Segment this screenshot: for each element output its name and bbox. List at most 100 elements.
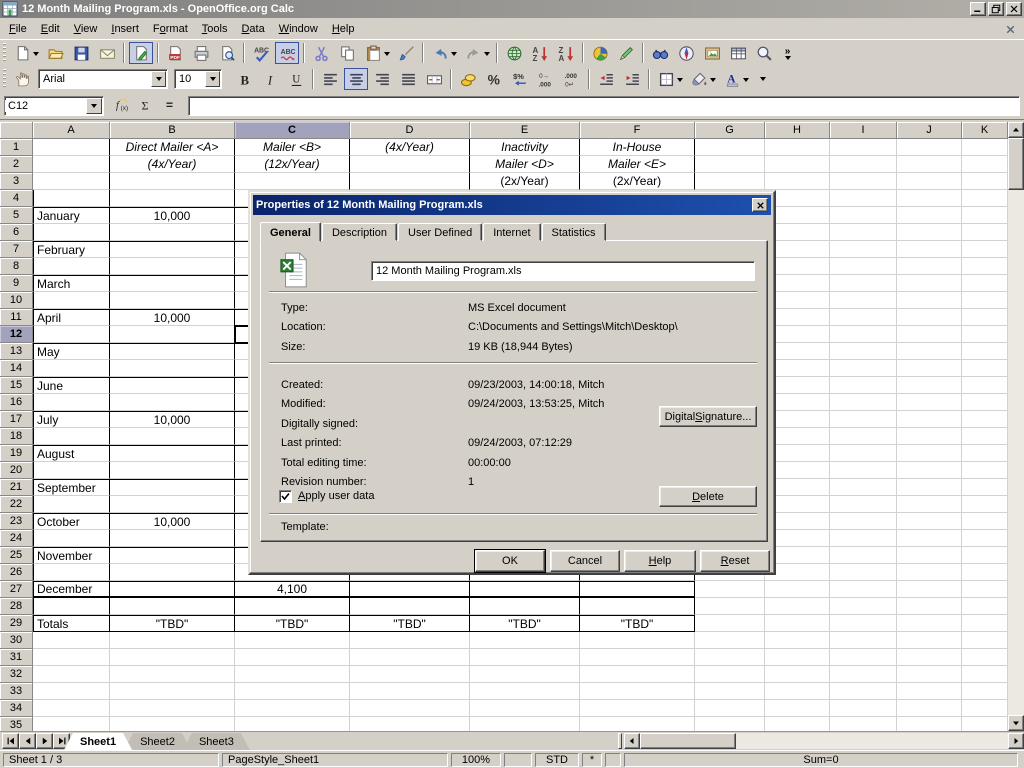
cell-B17[interactable]: 10,000 <box>110 411 235 428</box>
close-document-button[interactable] <box>1002 21 1018 37</box>
cell-K11[interactable] <box>962 309 1008 326</box>
cell-G29[interactable] <box>695 615 765 632</box>
cell-K14[interactable] <box>962 360 1008 377</box>
cell-K6[interactable] <box>962 224 1008 241</box>
hyperlink-button[interactable] <box>502 42 526 64</box>
cell-A28[interactable] <box>33 598 110 615</box>
cell-F1[interactable]: In-House <box>580 139 695 156</box>
row-header-17[interactable]: 17 <box>0 411 33 428</box>
cell-F31[interactable] <box>580 649 695 666</box>
cell-I35[interactable] <box>830 717 897 731</box>
standard-format-button[interactable]: $% <box>508 68 532 90</box>
cell-B32[interactable] <box>110 666 235 683</box>
tab-general[interactable]: General <box>260 222 321 242</box>
cell-A4[interactable] <box>33 190 110 207</box>
cell-K15[interactable] <box>962 377 1008 394</box>
background-color-button[interactable] <box>687 68 718 90</box>
cell-I20[interactable] <box>830 462 897 479</box>
cell-H34[interactable] <box>765 700 830 717</box>
row-header-21[interactable]: 21 <box>0 479 33 496</box>
cell-J17[interactable] <box>897 411 962 428</box>
vertical-scrollbar[interactable] <box>1008 122 1024 731</box>
row-header-27[interactable]: 27 <box>0 581 33 598</box>
cell-J16[interactable] <box>897 394 962 411</box>
restore-button[interactable] <box>988 2 1004 16</box>
column-header-H[interactable]: H <box>765 122 830 139</box>
delete-button[interactable]: Delete <box>659 486 757 507</box>
cell-J6[interactable] <box>897 224 962 241</box>
open-folder-button[interactable] <box>43 42 67 64</box>
sort-ascending-button[interactable]: AZ <box>528 42 552 64</box>
cell-B22[interactable] <box>110 496 235 513</box>
cell-A25[interactable]: November <box>33 547 110 564</box>
cell-A26[interactable] <box>33 564 110 581</box>
cell-A33[interactable] <box>33 683 110 700</box>
column-header-F[interactable]: F <box>580 122 695 139</box>
cell-D31[interactable] <box>350 649 470 666</box>
cell-I17[interactable] <box>830 411 897 428</box>
cell-G28[interactable] <box>695 598 765 615</box>
cell-J2[interactable] <box>897 156 962 173</box>
cell-B14[interactable] <box>110 360 235 377</box>
cell-B31[interactable] <box>110 649 235 666</box>
borders-button[interactable] <box>654 68 685 90</box>
cell-A3[interactable] <box>33 173 110 190</box>
cell-D35[interactable] <box>350 717 470 731</box>
menu-item-file[interactable]: File <box>2 20 34 38</box>
row-header-25[interactable]: 25 <box>0 547 33 564</box>
cell-B27[interactable] <box>110 581 235 598</box>
sheet-tab-sheet2[interactable]: Sheet2 <box>124 733 191 750</box>
cell-H35[interactable] <box>765 717 830 731</box>
first-sheet-button[interactable] <box>2 733 19 749</box>
cell-J10[interactable] <box>897 292 962 309</box>
font-name-combobox[interactable]: Arial <box>38 69 168 89</box>
cell-I28[interactable] <box>830 598 897 615</box>
cell-B1[interactable]: Direct Mailer <A> <box>110 139 235 156</box>
cell-I15[interactable] <box>830 377 897 394</box>
draw-functions-button[interactable] <box>614 42 638 64</box>
cell-J20[interactable] <box>897 462 962 479</box>
cell-B28[interactable] <box>110 598 235 615</box>
row-header-30[interactable]: 30 <box>0 632 33 649</box>
cell-A22[interactable] <box>33 496 110 513</box>
cell-A17[interactable]: July <box>33 411 110 428</box>
font-size-combobox[interactable]: 10 <box>174 69 222 89</box>
copy-button[interactable] <box>335 42 359 64</box>
toolbar-grip[interactable] <box>3 43 6 63</box>
reset-button[interactable]: Reset <box>700 550 770 572</box>
formula-input-line[interactable] <box>188 96 1020 116</box>
row-header-8[interactable]: 8 <box>0 258 33 275</box>
row-header-14[interactable]: 14 <box>0 360 33 377</box>
cell-C1[interactable]: Mailer <B> <box>235 139 350 156</box>
cell-D3[interactable] <box>350 173 470 190</box>
cell-K2[interactable] <box>962 156 1008 173</box>
cell-J21[interactable] <box>897 479 962 496</box>
cell-J15[interactable] <box>897 377 962 394</box>
row-header-4[interactable]: 4 <box>0 190 33 207</box>
cell-H30[interactable] <box>765 632 830 649</box>
cell-B18[interactable] <box>110 428 235 445</box>
cell-B35[interactable] <box>110 717 235 731</box>
cell-A12[interactable] <box>33 326 110 343</box>
cell-J26[interactable] <box>897 564 962 581</box>
cell-reference-input[interactable] <box>5 100 86 112</box>
cell-I4[interactable] <box>830 190 897 207</box>
cell-B29[interactable]: "TBD" <box>110 615 235 632</box>
cell-K26[interactable] <box>962 564 1008 581</box>
cell-J7[interactable] <box>897 241 962 258</box>
tab-statistics[interactable]: Statistics <box>542 223 606 241</box>
cell-K25[interactable] <box>962 547 1008 564</box>
row-header-26[interactable]: 26 <box>0 564 33 581</box>
column-header-C[interactable]: C <box>235 122 350 139</box>
cell-J30[interactable] <box>897 632 962 649</box>
cell-J35[interactable] <box>897 717 962 731</box>
row-header-24[interactable]: 24 <box>0 530 33 547</box>
cell-J9[interactable] <box>897 275 962 292</box>
sheet-tab-sheet3[interactable]: Sheet3 <box>183 733 250 750</box>
cell-J3[interactable] <box>897 173 962 190</box>
cell-B5[interactable]: 10,000 <box>110 207 235 224</box>
cell-D1[interactable]: (4x/Year) <box>350 139 470 156</box>
toolbar-grip[interactable] <box>3 69 6 89</box>
cell-J29[interactable] <box>897 615 962 632</box>
cell-B26[interactable] <box>110 564 235 581</box>
